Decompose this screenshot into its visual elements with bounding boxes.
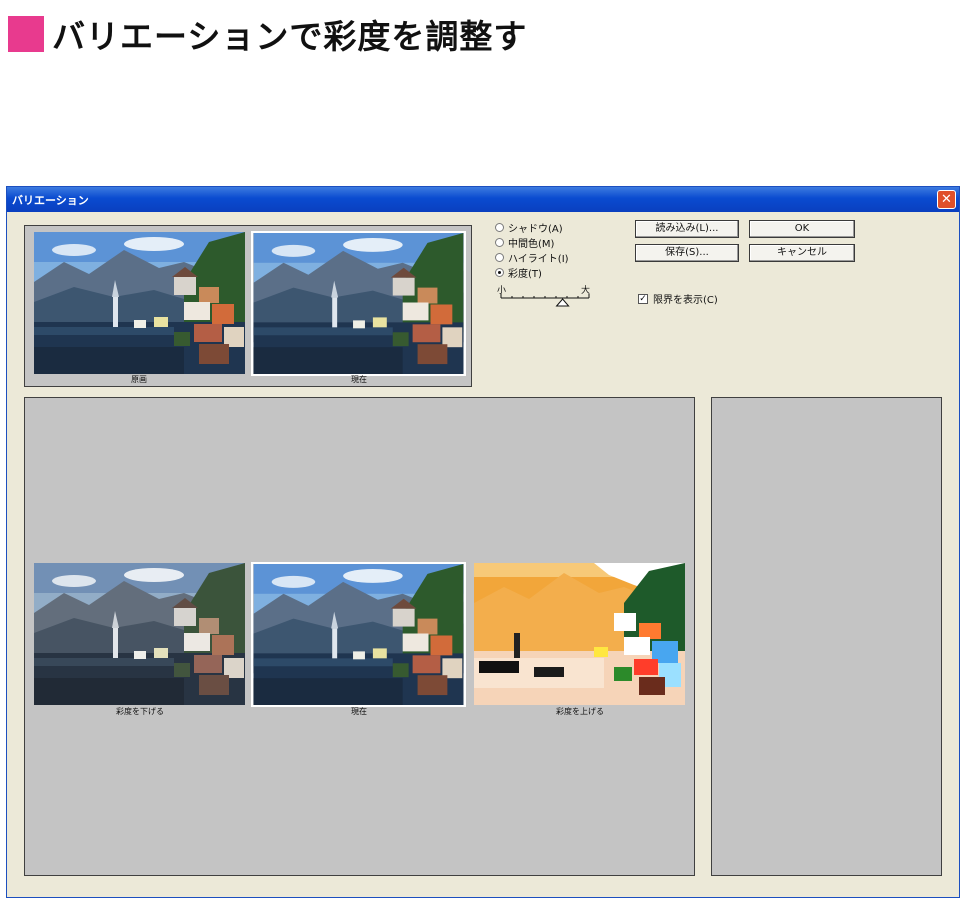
more-saturation-thumbnail[interactable] xyxy=(474,563,685,705)
original-caption: 原画 xyxy=(131,375,147,384)
title-bar[interactable]: バリエーション ✕ xyxy=(7,187,959,212)
radio-saturation[interactable]: 彩度(T) xyxy=(495,265,569,280)
window-title: バリエーション xyxy=(12,194,89,207)
variations-dialog: バリエーション ✕ 原画 現在 シャドウ(A) 中間色(M) ハイライト(I) … xyxy=(6,186,960,898)
original-thumbnail xyxy=(34,232,245,374)
radio-midtones-label: 中間色(M) xyxy=(508,239,555,250)
ok-button[interactable]: OK xyxy=(749,220,855,238)
radio-saturation-label: 彩度(T) xyxy=(508,269,542,280)
save-button[interactable]: 保存(S)... xyxy=(635,244,739,262)
page-heading: バリエーションで彩度を調整す xyxy=(8,12,527,56)
radio-shadows-label: シャドウ(A) xyxy=(508,224,563,235)
current-variation-thumbnail[interactable] xyxy=(251,562,466,707)
show-clipping-label: 限界を表示(C) xyxy=(653,295,718,306)
load-button[interactable]: 読み込み(L)... xyxy=(635,220,739,238)
heading-marker xyxy=(8,16,44,52)
radio-highlights[interactable]: ハイライト(I) xyxy=(495,250,569,265)
radio-midtones-circle[interactable] xyxy=(495,238,504,247)
radio-shadows-circle[interactable] xyxy=(495,223,504,232)
slider-thumb[interactable] xyxy=(555,298,570,307)
show-clipping-option[interactable]: ✓ 限界を表示(C) xyxy=(638,291,718,306)
original-photo xyxy=(34,232,245,374)
cancel-button[interactable]: キャンセル xyxy=(749,244,855,262)
more-saturation-photo[interactable] xyxy=(474,563,685,705)
current-variation-caption: 現在 xyxy=(351,707,367,716)
radio-saturation-circle[interactable] xyxy=(495,268,504,277)
page-title: バリエーションで彩度を調整す xyxy=(52,17,528,56)
preview-side-panel xyxy=(711,397,942,876)
current-thumbnail xyxy=(251,231,466,376)
current-variation-photo[interactable] xyxy=(253,564,464,705)
less-saturation-photo[interactable] xyxy=(34,563,245,705)
show-clipping-checkbox[interactable]: ✓ xyxy=(638,293,648,304)
more-saturation-caption: 彩度を上げる xyxy=(556,707,604,716)
less-saturation-thumbnail[interactable] xyxy=(34,563,245,705)
slider-track[interactable] xyxy=(495,286,595,312)
radio-midtones[interactable]: 中間色(M) xyxy=(495,235,569,250)
radio-highlights-circle[interactable] xyxy=(495,253,504,262)
current-caption: 現在 xyxy=(351,375,367,384)
current-photo xyxy=(253,233,464,374)
radio-shadows[interactable]: シャドウ(A) xyxy=(495,220,569,235)
original-current-panel: 原画 現在 xyxy=(24,225,472,387)
radio-highlights-label: ハイライト(I) xyxy=(508,254,569,265)
adjustment-mode-group: シャドウ(A) 中間色(M) ハイライト(I) 彩度(T) xyxy=(495,220,569,280)
variations-area: 彩度を下げる 現在 彩度を上げる xyxy=(24,397,695,876)
fine-coarse-slider[interactable]: 小 大 xyxy=(495,286,595,312)
less-saturation-caption: 彩度を下げる xyxy=(116,707,164,716)
close-button[interactable]: ✕ xyxy=(937,190,956,209)
close-icon: ✕ xyxy=(941,192,952,207)
